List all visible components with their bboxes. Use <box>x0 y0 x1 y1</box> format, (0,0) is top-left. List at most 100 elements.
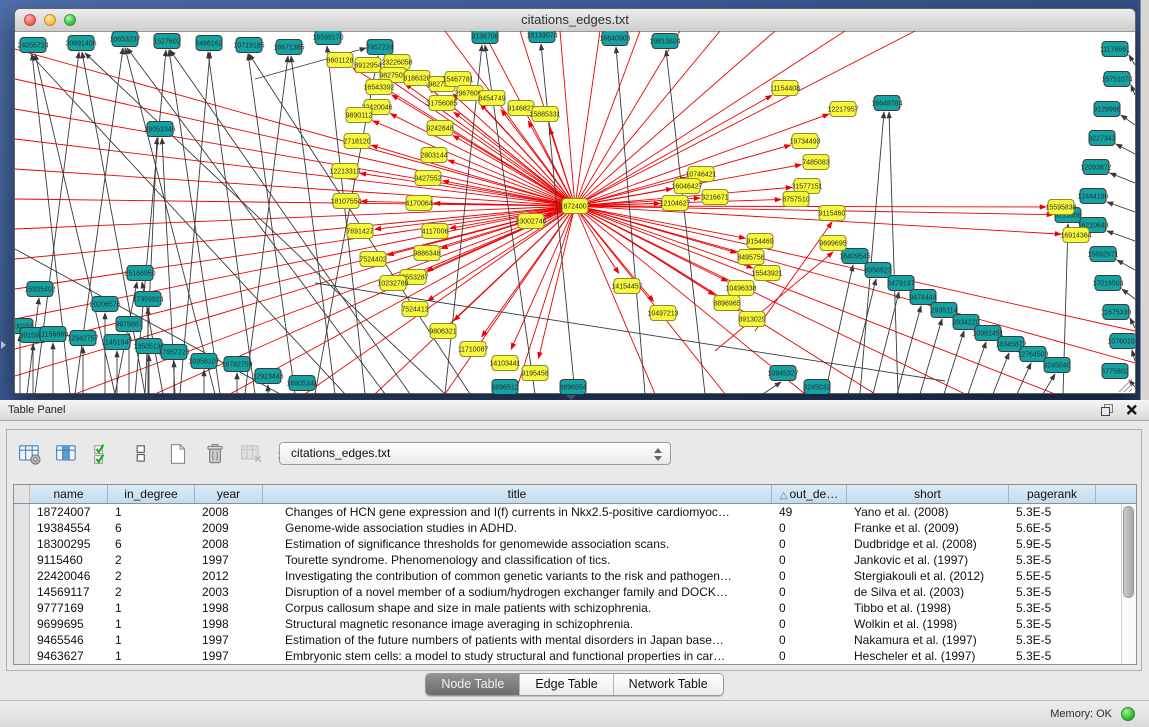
graph-node[interactable]: 11451947 <box>102 335 133 350</box>
graph-node[interactable]: 10760103 <box>1107 334 1135 349</box>
delete-column-button[interactable] <box>202 441 228 467</box>
table-cell[interactable]: Disruption of a novel member of a sodium… <box>263 584 772 600</box>
graph-node[interactable]: 15595838 <box>1045 200 1076 215</box>
graph-node[interactable]: 15543921 <box>751 266 782 281</box>
table-cell[interactable]: Tibbo et al. (1998) <box>847 600 1009 616</box>
table-cell[interactable]: 18300295 <box>30 536 108 552</box>
graph-node[interactable]: 11156869 <box>38 327 68 342</box>
tab-node-table[interactable]: Node Table <box>426 674 520 695</box>
graph-node[interactable]: 8958923 <box>864 263 891 278</box>
table-cell[interactable]: 1997 <box>195 632 263 648</box>
graph-node[interactable]: 10653237 <box>109 32 140 47</box>
column-header-out_de[interactable]: △out_de… <box>772 485 847 503</box>
table-cell[interactable]: 5.3E-5 <box>1009 504 1096 520</box>
graph-node[interactable]: 9975887 <box>115 317 142 332</box>
graph-node[interactable]: 8896554 <box>559 380 586 395</box>
table-cell[interactable]: 2009 <box>195 520 263 536</box>
scrollbar-thumb[interactable] <box>1123 506 1134 598</box>
graph-node[interactable]: 18107554 <box>330 194 361 209</box>
graph-node[interactable]: 4117006 <box>422 224 449 239</box>
table-row[interactable]: 946362711997Embryonic stem cells: a mode… <box>14 648 1136 664</box>
graph-node[interactable]: 16046427 <box>671 179 702 194</box>
table-cell[interactable]: Nakamura et al. (1997) <box>847 632 1009 648</box>
graph-node[interactable]: 12444196 <box>1077 189 1108 204</box>
graph-node[interactable]: 11710087 <box>458 342 489 357</box>
table-cell[interactable]: Estimation of significance thresholds fo… <box>263 536 772 552</box>
table-cell[interactable]: 2003 <box>195 584 263 600</box>
graph-node[interactable]: 17016504 <box>1092 276 1123 291</box>
table-row[interactable]: 977716911998Corpus callosum shape and si… <box>14 600 1136 616</box>
graph-node[interactable]: 16905341 <box>286 376 317 391</box>
graph-node[interactable]: 8896965 <box>713 296 740 311</box>
table-cell[interactable]: Tourette syndrome. Phenomenology and cla… <box>263 552 772 568</box>
table-cell[interactable]: 1997 <box>195 552 263 568</box>
graph-node[interactable]: 17359924 <box>132 292 163 307</box>
table-cell[interactable]: 1998 <box>195 616 263 632</box>
table-cell[interactable]: Corpus callosum shape and size in male p… <box>263 600 772 616</box>
new-column-button[interactable] <box>165 441 191 467</box>
table-cell[interactable]: 1 <box>108 648 195 664</box>
float-button[interactable] <box>1100 403 1114 417</box>
table-cell[interactable]: 0 <box>772 600 847 616</box>
table-cell[interactable]: 18724007 <box>30 504 108 520</box>
graph-node[interactable]: 9129966 <box>1093 102 1120 117</box>
graph-node[interactable]: 14154457 <box>611 279 642 294</box>
table-cell[interactable]: Investigating the contribution of common… <box>263 568 772 584</box>
show-columns-button[interactable] <box>54 441 80 467</box>
table-cell[interactable]: 5.3E-5 <box>1009 632 1096 648</box>
table-cell[interactable]: 2 <box>108 584 195 600</box>
table-cell[interactable]: 19384554 <box>30 520 108 536</box>
table-cell[interactable]: 1 <box>108 600 195 616</box>
graph-node[interactable]: 9699695 <box>819 236 846 251</box>
column-header-title[interactable]: title <box>263 485 772 503</box>
graph-node[interactable]: 18599170 <box>312 31 343 45</box>
graph-node[interactable]: 25166950 <box>124 266 155 281</box>
table-cell[interactable]: 0 <box>772 536 847 552</box>
graph-node[interactable]: 10719185 <box>233 38 264 53</box>
table-cell[interactable]: 5.3E-5 <box>1009 584 1096 600</box>
tab-network-table[interactable]: Network Table <box>614 674 723 695</box>
table-cell[interactable]: 22420046 <box>30 568 108 584</box>
graph-node[interactable]: 15467781 <box>442 72 473 87</box>
graph-node[interactable]: 15692971 <box>1087 247 1118 262</box>
graph-node[interactable]: 16782759 <box>221 357 252 372</box>
table-cell[interactable]: Stergiakouli et al. (2012) <box>847 568 1009 584</box>
table-cell[interactable]: 5.3E-5 <box>1009 648 1096 664</box>
graph-node[interactable]: 7485083 <box>802 155 829 170</box>
table-cell[interactable]: 0 <box>772 568 847 584</box>
graph-node[interactable]: 16914364 <box>1060 228 1091 243</box>
graph-node[interactable]: 11176661 <box>1100 42 1130 57</box>
graph-node[interactable]: 12213313 <box>329 164 360 179</box>
graph-node[interactable]: 9474444 <box>909 290 936 305</box>
graph-node[interactable]: 15885331 <box>529 107 560 122</box>
table-cell[interactable]: Hescheler et al. (1997) <box>847 648 1009 664</box>
table-cell[interactable]: 2012 <box>195 568 263 584</box>
table-cell[interactable]: Dudbridge et al. (2008) <box>847 536 1009 552</box>
column-header-year[interactable]: year <box>195 485 263 503</box>
graph-node[interactable]: 10497213 <box>647 306 678 321</box>
table-row[interactable]: 1938455462009Genome-wide association stu… <box>14 520 1136 536</box>
table-cell[interactable]: Genome-wide association studies in ADHD. <box>263 520 772 536</box>
graph-node[interactable]: 1527602 <box>153 34 180 49</box>
graph-node[interactable]: 10232789 <box>377 276 408 291</box>
table-cell[interactable]: 9699695 <box>30 616 108 632</box>
graph-node[interactable]: 19813804 <box>649 34 680 49</box>
table-cell[interactable]: 14569117 <box>30 584 108 600</box>
graph-node[interactable]: 9242848 <box>426 121 453 136</box>
graph-node[interactable]: 7524402 <box>359 252 386 267</box>
table-cell[interactable]: Wolkin et al. (1998) <box>847 616 1009 632</box>
table-cell[interactable]: 9777169 <box>30 600 108 616</box>
table-row[interactable]: 1872400712008Changes of HCN gene express… <box>14 504 1136 520</box>
graph-node[interactable]: 9427552 <box>414 171 441 186</box>
graph-node[interactable]: 7524413 <box>401 302 428 317</box>
graph-node[interactable]: 8454749 <box>478 91 505 106</box>
table-cell[interactable]: 5.3E-5 <box>1009 552 1096 568</box>
table-cell[interactable]: 9465546 <box>30 632 108 648</box>
table-selector[interactable]: citations_edges.txt <box>279 442 671 465</box>
collapse-arrow-icon[interactable] <box>1 341 6 349</box>
table-row[interactable]: 1456911722003Disruption of a novel membe… <box>14 584 1136 600</box>
column-header-name[interactable]: name <box>30 485 108 503</box>
graph-node[interactable]: 29053346 <box>144 122 175 137</box>
graph-node[interactable]: 12104627 <box>659 196 690 211</box>
graph-node[interactable]: 9886348 <box>413 246 440 261</box>
